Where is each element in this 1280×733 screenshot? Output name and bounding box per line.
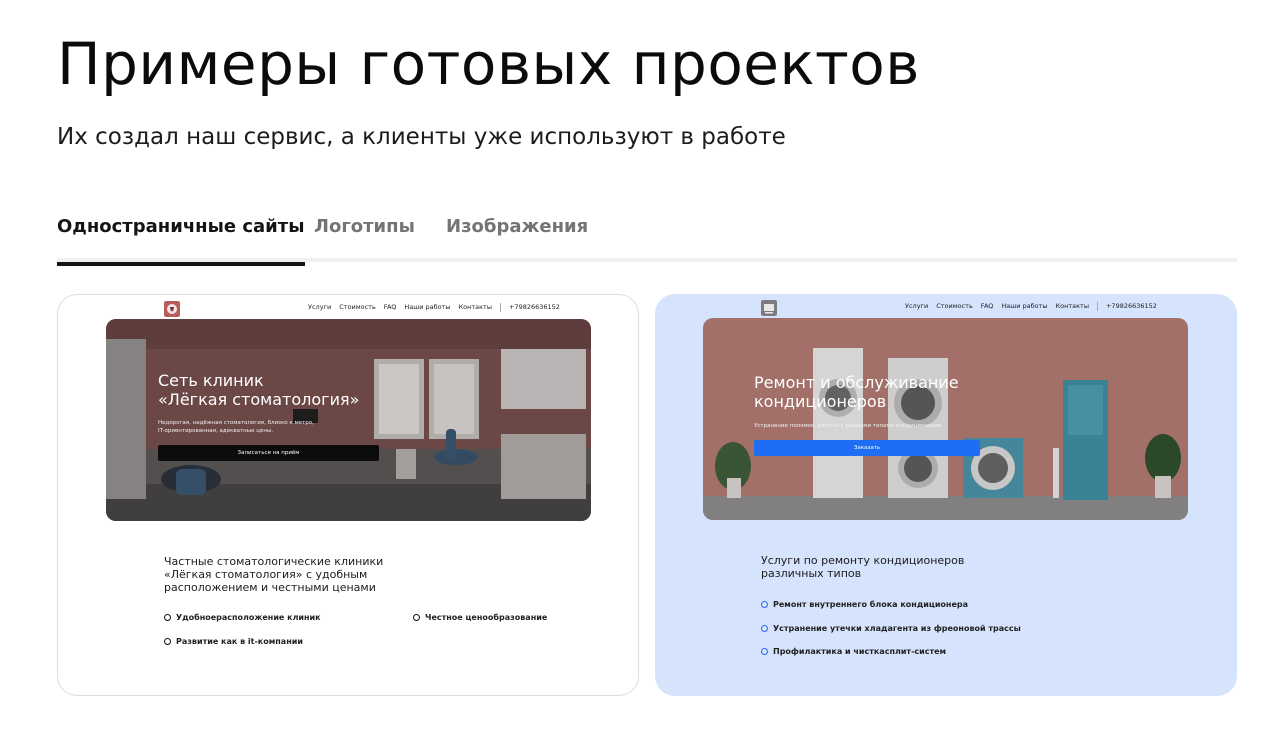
ac-service-item: Профилактика и чисткасплит-систем (761, 647, 946, 656)
ac-section-title-line1: Услуги по ремонту кондиционеров (761, 554, 965, 567)
preview-nav-item: Контакты (458, 303, 492, 311)
dental-feature-item: Развитие как в it-компании (164, 637, 303, 646)
preview-nav-item: Контакты (1055, 302, 1089, 310)
preview-nav-divider (499, 303, 501, 312)
preview-nav-item: Стоимость (339, 303, 376, 311)
preview-nav-item: Услуги (308, 303, 332, 311)
preview-nav-item: Наши работы (404, 303, 451, 311)
ac-service-item: Устранение утечки хладагента из фреоново… (761, 624, 1021, 633)
page-title: Примеры готовых проектов (57, 30, 920, 98)
project-card-ac-repair[interactable]: Услуги Стоимость FAQ Наши работы Контакт… (655, 294, 1237, 696)
preview-nav: Услуги Стоимость FAQ Наши работы Контакт… (655, 298, 1237, 320)
preview-nav-item: FAQ (980, 302, 994, 310)
project-tabs: Одностраничные сайты Логотипы Изображени… (57, 212, 1237, 266)
bullet-circle-icon (761, 648, 768, 655)
tab-logos[interactable]: Логотипы (314, 212, 415, 262)
dental-hero-title-line1: Сеть клиник (158, 371, 264, 390)
bullet-circle-icon (164, 614, 171, 621)
bullet-circle-icon (413, 614, 420, 621)
ac-hero: Ремонт и обслуживание кондиционеров Устр… (703, 318, 1188, 520)
project-card-dental[interactable]: Услуги Стоимость FAQ Наши работы Контакт… (57, 294, 639, 696)
ac-hero-title-line2: кондиционеров (754, 392, 887, 411)
ac-service-item: Ремонт внутреннего блока кондиционера (761, 600, 968, 609)
preview-phone: +79826636152 (1105, 302, 1157, 310)
preview-phone: +79826636152 (508, 303, 560, 311)
tab-images[interactable]: Изображения (446, 212, 588, 262)
preview-nav-item: Услуги (905, 302, 929, 310)
dental-section-title-line1: Частные стоматологические клиники (164, 555, 384, 568)
tab-landing-pages[interactable]: Одностраничные сайты (57, 212, 305, 266)
ac-hero-title-line1: Ремонт и обслуживание (754, 373, 959, 392)
dental-section-title-line2: «Лёгкая стоматология» с удобным (164, 568, 368, 581)
preview-nav: Услуги Стоимость FAQ Наши работы Контакт… (58, 299, 638, 321)
ac-hero-image (703, 318, 1188, 520)
dental-book-button[interactable]: Записаться на приём (158, 445, 379, 461)
preview-nav-item: Стоимость (936, 302, 973, 310)
preview-nav-item: FAQ (383, 303, 397, 311)
clinic-logo-icon (164, 301, 180, 317)
ac-section-title-line2: различных типов (761, 567, 862, 580)
page-subtitle: Их создал наш сервис, а клиенты уже испо… (57, 124, 786, 150)
ac-order-button[interactable]: Заказать (754, 440, 980, 456)
ac-logo-icon (761, 300, 777, 316)
preview-nav-divider (1096, 302, 1098, 311)
preview-nav-links: Услуги Стоимость FAQ Наши работы Контакт… (308, 303, 560, 312)
bullet-circle-icon (164, 638, 171, 645)
dental-feature-item: Удобноерасположение клиник (164, 613, 321, 622)
dental-section-title-line3: расположением и честными ценами (164, 581, 376, 594)
preview-nav-item: Наши работы (1001, 302, 1048, 310)
bullet-circle-icon (761, 601, 768, 608)
dental-feature-item: Честное ценообразование (413, 613, 547, 622)
dental-hero-title-line2: «Лёгкая стоматология» (158, 390, 360, 409)
bullet-circle-icon (761, 625, 768, 632)
ac-hero-desc: Устранение поломок, работы с разными тип… (754, 423, 942, 429)
dental-hero: Сеть клиник «Лёгкая стоматология» Недоро… (106, 319, 591, 521)
preview-nav-links: Услуги Стоимость FAQ Наши работы Контакт… (905, 302, 1157, 311)
dental-hero-desc-line2: IT-ориентированная, адекватные цены. (158, 428, 274, 434)
dental-hero-desc-line1: Недорогая, надёжная стоматология, близко… (158, 420, 314, 426)
